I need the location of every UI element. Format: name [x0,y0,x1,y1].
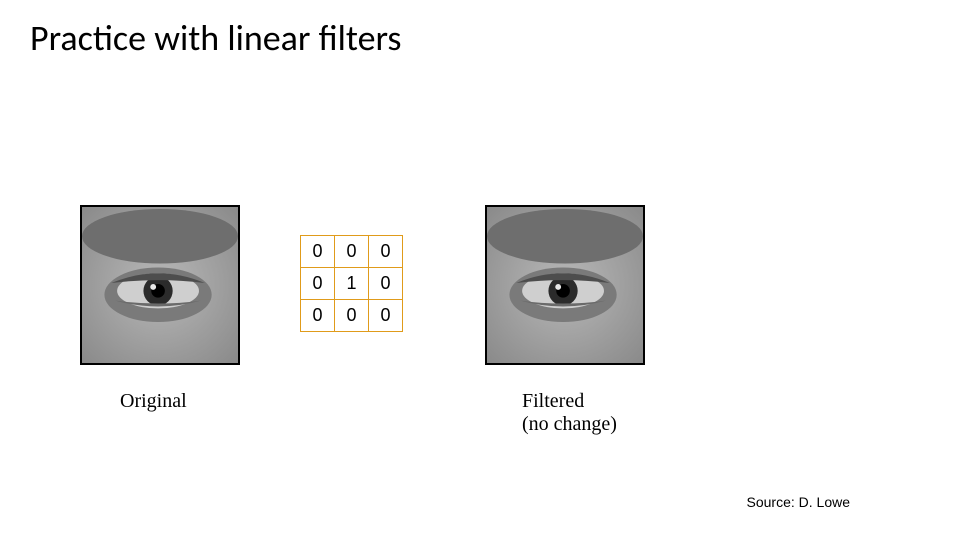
eye-icon [82,207,238,363]
kernel-cell: 1 [335,268,369,300]
filter-kernel: 0 0 0 0 1 0 0 0 0 [300,235,403,332]
table-row: 0 1 0 [301,268,403,300]
kernel-cell: 0 [301,236,335,268]
filtered-caption-line2: (no change) [522,413,617,435]
filtered-caption-line1: Filtered [522,390,584,412]
kernel-cell: 0 [369,300,403,332]
filtered-image [485,205,645,365]
kernel-cell: 0 [301,300,335,332]
original-caption: Original [120,390,187,413]
kernel-cell: 0 [335,300,369,332]
eye-icon [487,207,643,363]
kernel-cell: 0 [369,268,403,300]
slide-title: Practice with linear filters [30,16,402,60]
kernel-cell: 0 [335,236,369,268]
table-row: 0 0 0 [301,300,403,332]
kernel-cell: 0 [369,236,403,268]
source-credit: Source: D. Lowe [747,494,851,510]
kernel-cell: 0 [301,268,335,300]
table-row: 0 0 0 [301,236,403,268]
original-image [80,205,240,365]
filtered-caption: Filtered (no change) [522,390,617,436]
